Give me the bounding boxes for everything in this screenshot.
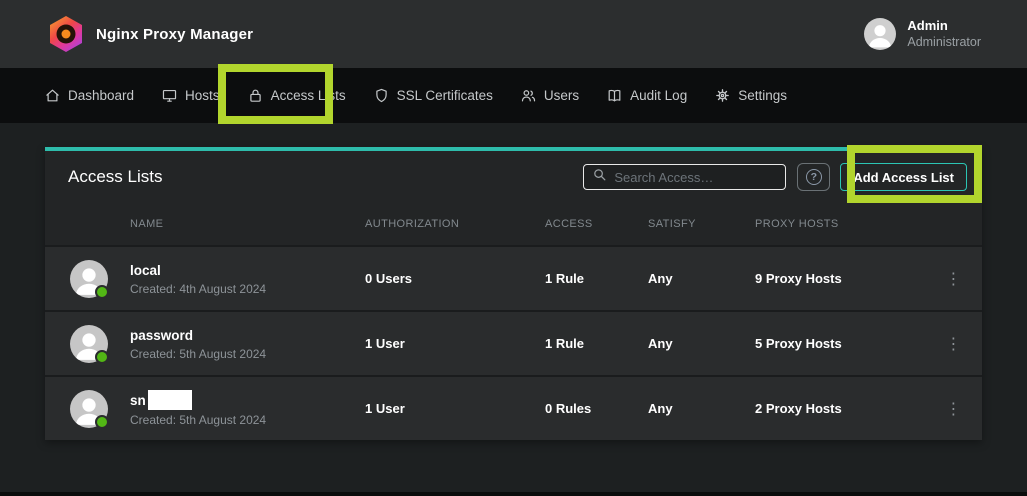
nav-item-users[interactable]: Users (520, 87, 579, 104)
col-header-name: NAME (45, 218, 365, 230)
nav-item-access-lists[interactable]: Access Lists (247, 87, 346, 104)
monitor-icon (161, 87, 178, 104)
table-column-headers: NAME AUTHORIZATION ACCESS SATISFY PROXY … (45, 203, 982, 245)
table-row[interactable]: password Created: 5th August 2024 1 User… (45, 310, 982, 375)
user-menu[interactable]: Admin Administrator (864, 18, 981, 50)
nav-label: Audit Log (630, 88, 687, 103)
table-row[interactable]: sn Created: 5th August 2024 1 User 0 Rul… (45, 375, 982, 440)
table-row[interactable]: local Created: 4th August 2024 0 Users 1… (45, 245, 982, 310)
access-value: 1 Rule (545, 336, 648, 351)
row-avatar (70, 390, 108, 428)
status-dot (95, 285, 109, 299)
satisfy-value: Any (648, 401, 755, 416)
nav-item-settings[interactable]: Settings (714, 87, 787, 104)
app-logo-icon (50, 16, 82, 52)
row-menu-icon[interactable]: ⋮ (925, 399, 982, 419)
search-input[interactable] (614, 170, 777, 185)
help-icon: ? (806, 169, 822, 185)
nav-label: Hosts (185, 88, 220, 103)
col-header-satisfy: SATISFY (648, 218, 755, 230)
created-date: Created: 5th August 2024 (130, 413, 266, 427)
nav-label: Access Lists (271, 88, 346, 103)
search-box[interactable] (583, 164, 786, 190)
row-menu-icon[interactable]: ⋮ (925, 269, 982, 289)
created-date: Created: 5th August 2024 (130, 347, 266, 361)
help-button[interactable]: ? (797, 163, 830, 191)
access-lists-panel: Access Lists ? Add Access List NAME AUTH… (45, 147, 982, 440)
nav-label: Users (544, 88, 579, 103)
nav-item-dashboard[interactable]: Dashboard (44, 87, 134, 104)
users-icon (520, 87, 537, 104)
nav-item-ssl-certificates[interactable]: SSL Certificates (373, 87, 493, 104)
satisfy-value: Any (648, 271, 755, 286)
app-title: Nginx Proxy Manager (96, 26, 253, 43)
main-nav: Dashboard Hosts Access Lists SSL Certifi… (0, 68, 1027, 123)
user-role: Administrator (907, 34, 981, 50)
proxy-hosts-value: 9 Proxy Hosts (755, 271, 925, 286)
nav-label: Dashboard (68, 88, 134, 103)
row-avatar (70, 260, 108, 298)
home-icon (44, 87, 61, 104)
lock-icon (247, 87, 264, 104)
nav-item-hosts[interactable]: Hosts (161, 87, 220, 104)
proxy-hosts-value: 5 Proxy Hosts (755, 336, 925, 351)
panel-title: Access Lists (68, 167, 162, 187)
access-list-name: local (130, 262, 161, 279)
row-avatar (70, 325, 108, 363)
shield-icon (373, 87, 390, 104)
access-list-name: sn (130, 392, 146, 409)
redaction-box (148, 390, 192, 410)
nav-label: Settings (738, 88, 787, 103)
access-value: 0 Rules (545, 401, 648, 416)
search-icon (592, 167, 607, 187)
col-header-proxy-hosts: PROXY HOSTS (755, 218, 925, 230)
authorization-value: 1 User (365, 401, 545, 416)
status-dot (95, 415, 109, 429)
bottom-edge-strip (0, 492, 1027, 496)
proxy-hosts-value: 2 Proxy Hosts (755, 401, 925, 416)
nav-label: SSL Certificates (397, 88, 493, 103)
authorization-value: 1 User (365, 336, 545, 351)
add-access-list-button[interactable]: Add Access List (840, 163, 967, 191)
authorization-value: 0 Users (365, 271, 545, 286)
satisfy-value: Any (648, 336, 755, 351)
access-list-name: password (130, 327, 193, 344)
col-header-access: ACCESS (545, 218, 648, 230)
user-avatar (864, 18, 896, 50)
col-header-authorization: AUTHORIZATION (365, 218, 545, 230)
app-header: Nginx Proxy Manager Admin Administrator (0, 0, 1027, 68)
book-icon (606, 87, 623, 104)
gear-icon (714, 87, 731, 104)
row-menu-icon[interactable]: ⋮ (925, 334, 982, 354)
created-date: Created: 4th August 2024 (130, 282, 266, 296)
nav-item-audit-log[interactable]: Audit Log (606, 87, 687, 104)
user-name: Admin (907, 18, 981, 34)
status-dot (95, 350, 109, 364)
access-value: 1 Rule (545, 271, 648, 286)
